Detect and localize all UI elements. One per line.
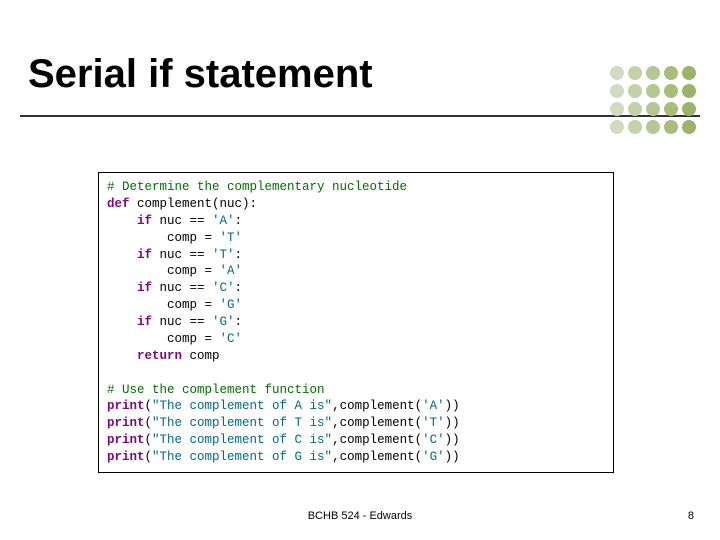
code-text: )): [445, 416, 460, 430]
slide: Serial if statement # Determine the comp…: [0, 0, 720, 540]
dot-icon: [610, 102, 624, 116]
code-keyword: print: [107, 399, 145, 413]
code-text: :: [235, 315, 243, 329]
code-comment: # Use the complement function: [107, 383, 325, 397]
code-string: 'T': [220, 231, 243, 245]
code-text: :: [235, 281, 243, 295]
dot-icon: [664, 102, 678, 116]
code-string: "The complement of T is": [152, 416, 332, 430]
dot-icon: [610, 120, 624, 134]
code-text: nuc ==: [152, 248, 212, 262]
code-string: "The complement of G is": [152, 450, 332, 464]
code-keyword: print: [107, 416, 145, 430]
code-keyword: print: [107, 450, 145, 464]
dot-icon: [682, 84, 696, 98]
dot-icon: [664, 84, 678, 98]
code-text: comp =: [107, 231, 220, 245]
dot-icon: [628, 66, 642, 80]
code-text: )): [445, 433, 460, 447]
code-block: # Determine the complementary nucleotide…: [98, 172, 614, 473]
code-string: "The complement of C is": [152, 433, 332, 447]
code-text: :: [235, 214, 243, 228]
page-number: 8: [688, 510, 694, 522]
code-text: comp =: [107, 298, 220, 312]
dot-icon: [646, 66, 660, 80]
dot-icon: [664, 66, 678, 80]
code-text: complement(nuc):: [130, 197, 258, 211]
footer-text: BCHB 524 - Edwards: [0, 510, 720, 522]
dot-icon: [610, 84, 624, 98]
code-string: 'T': [422, 416, 445, 430]
code-string: 'C': [220, 332, 243, 346]
code-text: ,complement(: [332, 416, 422, 430]
code-string: "The complement of A is": [152, 399, 332, 413]
code-text: nuc ==: [152, 214, 212, 228]
decorative-dots: [610, 66, 696, 134]
code-keyword: def: [107, 197, 130, 211]
code-string: 'G': [220, 298, 243, 312]
dot-icon: [610, 66, 624, 80]
code-string: 'C': [212, 281, 235, 295]
code-text: )): [445, 399, 460, 413]
code-text: nuc ==: [152, 281, 212, 295]
dot-icon: [628, 120, 642, 134]
code-keyword: if: [107, 281, 152, 295]
dot-icon: [628, 84, 642, 98]
code-comment: # Determine the complementary nucleotide: [107, 180, 407, 194]
code-string: 'A': [220, 264, 243, 278]
code-text: comp: [182, 349, 220, 363]
code-keyword: if: [107, 214, 152, 228]
slide-title: Serial if statement: [20, 52, 700, 97]
dot-icon: [646, 102, 660, 116]
dot-icon: [628, 102, 642, 116]
code-string: 'G': [212, 315, 235, 329]
code-text: )): [445, 450, 460, 464]
code-text: comp =: [107, 332, 220, 346]
code-keyword: if: [107, 315, 152, 329]
code-text: comp =: [107, 264, 220, 278]
code-string: 'C': [422, 433, 445, 447]
code-string: 'T': [212, 248, 235, 262]
dot-icon: [646, 120, 660, 134]
dot-icon: [646, 84, 660, 98]
code-text: ,complement(: [332, 433, 422, 447]
code-string: 'G': [422, 450, 445, 464]
code-string: 'A': [212, 214, 235, 228]
code-text: (: [145, 399, 153, 413]
dot-icon: [682, 102, 696, 116]
dot-icon: [664, 120, 678, 134]
code-text: (: [145, 450, 153, 464]
code-text: ,complement(: [332, 450, 422, 464]
dot-icon: [682, 120, 696, 134]
code-keyword: return: [107, 349, 182, 363]
code-text: ,complement(: [332, 399, 422, 413]
code-text: (: [145, 416, 153, 430]
code-text: (: [145, 433, 153, 447]
dot-icon: [682, 66, 696, 80]
code-keyword: print: [107, 433, 145, 447]
code-text: nuc ==: [152, 315, 212, 329]
code-string: 'A': [422, 399, 445, 413]
code-text: :: [235, 248, 243, 262]
title-area: Serial if statement: [20, 52, 700, 117]
code-keyword: if: [107, 248, 152, 262]
